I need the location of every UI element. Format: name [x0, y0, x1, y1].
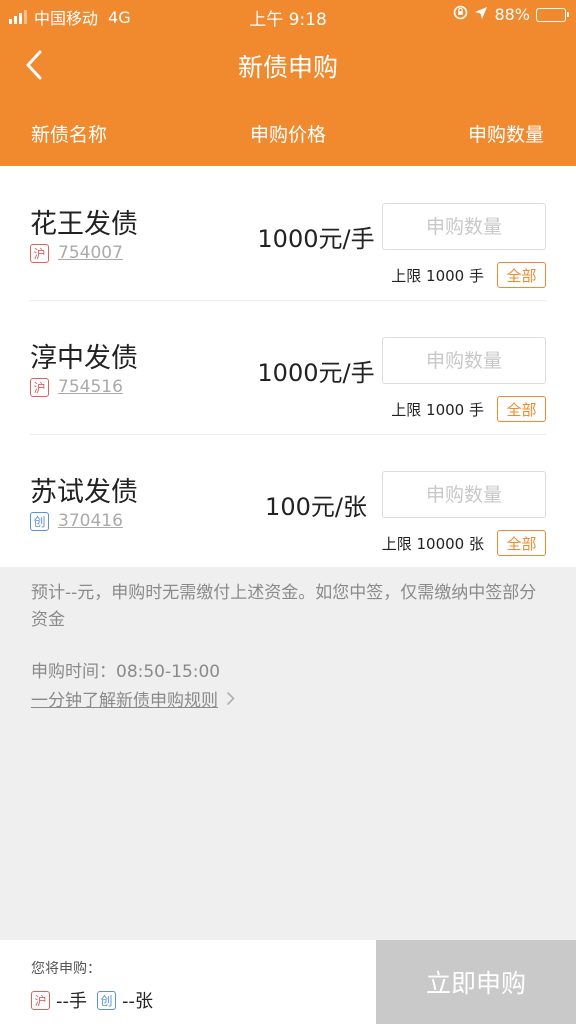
bond-name: 苏试发债 — [30, 477, 138, 508]
bond-row: 淳中发债 沪 754516 1000元/手 上限 1000 手 全部 — [30, 300, 546, 434]
bond-price: 1000元/手 — [257, 225, 375, 253]
chevron-right-icon — [226, 691, 235, 706]
all-button[interactable]: 全部 — [497, 396, 546, 422]
bond-list: 花王发债 沪 754007 1000元/手 上限 1000 手 全部 淳中发债 … — [0, 166, 576, 567]
bond-name: 花王发债 — [30, 209, 138, 240]
market-badge: 沪 — [31, 990, 50, 1010]
app-header: 中国移动 4G 上午 9:18 88% 新债申购 新债名称 申购价格 申购数量 — [0, 0, 576, 166]
orientation-lock-icon — [453, 5, 468, 24]
market-badge: 创 — [97, 990, 116, 1010]
column-header-price: 申购价格 — [250, 124, 327, 146]
bond-name: 淳中发债 — [30, 343, 138, 374]
estimate-note: 预计--元，申购时无需缴付上述资金。如您中签，仅需缴纳中签部分资金 — [31, 583, 537, 630]
all-button[interactable]: 全部 — [497, 530, 546, 556]
market-badge: 沪 — [30, 243, 49, 263]
market-badge: 创 — [30, 511, 49, 531]
sh-amount: --手 — [56, 991, 87, 1012]
limit-label: 上限 1000 手 — [391, 267, 484, 285]
bond-row: 花王发债 沪 754007 1000元/手 上限 1000 手 全部 — [30, 166, 546, 300]
all-button[interactable]: 全部 — [497, 262, 546, 288]
bond-row: 苏试发债 创 370416 100元/张 上限 10000 张 全部 — [30, 434, 546, 568]
cy-amount: --张 — [122, 991, 153, 1012]
location-arrow-icon — [474, 5, 488, 24]
summary-label: 您将申购： — [31, 961, 101, 977]
page-title: 新债申购 — [237, 53, 338, 82]
bond-price: 100元/张 — [265, 493, 367, 521]
column-header-quantity: 申购数量 — [467, 124, 544, 146]
rules-link-label: 一分钟了解新债申购规则 — [31, 691, 218, 711]
battery-icon — [536, 7, 569, 22]
subscription-summary: 沪 --手 创 --张 — [31, 987, 163, 1013]
bond-code-link[interactable]: 754516 — [58, 377, 123, 397]
quantity-input[interactable] — [382, 337, 546, 384]
limit-label: 上限 10000 张 — [381, 535, 484, 553]
market-badge: 沪 — [30, 377, 49, 397]
bond-code-link[interactable]: 370416 — [58, 511, 123, 531]
bond-code-link[interactable]: 754007 — [58, 243, 123, 263]
battery-percent: 88% — [494, 5, 530, 24]
limit-label: 上限 1000 手 — [391, 401, 484, 419]
bond-price: 1000元/手 — [257, 359, 375, 387]
bottom-bar: 您将申购： 沪 --手 创 --张 立即申购 — [0, 940, 576, 1024]
column-header-name: 新债名称 — [31, 124, 108, 146]
rules-link[interactable]: 一分钟了解新债申购规则 — [31, 686, 235, 711]
status-bar: 中国移动 4G 上午 9:18 88% — [0, 0, 576, 30]
subscription-time: 申购时间：08:50-15:00 — [31, 662, 221, 682]
quantity-input[interactable] — [382, 471, 546, 518]
quantity-input[interactable] — [382, 203, 546, 250]
subscribe-now-button[interactable]: 立即申购 — [376, 940, 576, 1024]
